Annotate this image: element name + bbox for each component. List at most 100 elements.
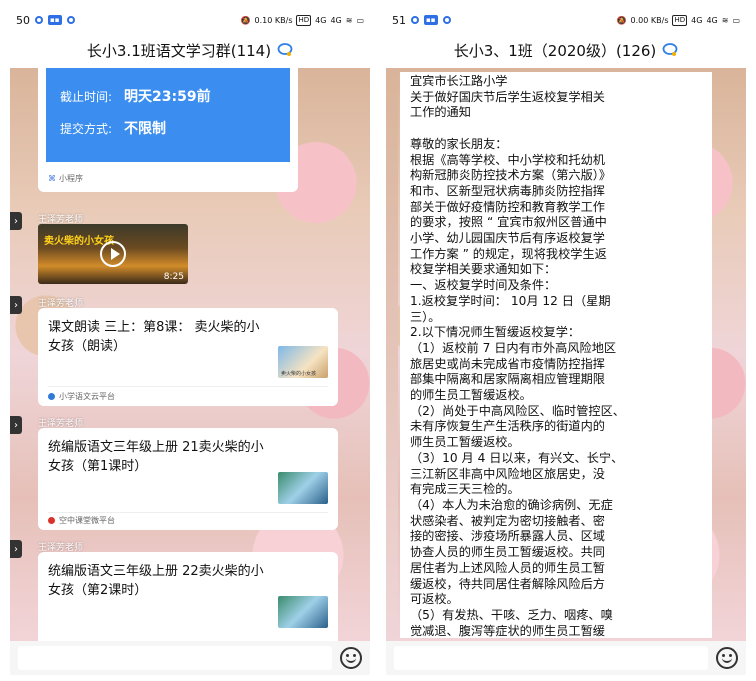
mute-icon: 🔕	[616, 15, 627, 25]
chevron-right-icon[interactable]: ›	[10, 296, 22, 314]
video-message[interactable]: 卖火柴的小女孩 8:25	[38, 224, 188, 284]
status-bar: 51 ▪▪ 🔕 0.00 KB/s HD 4G 4G ≋ ▭	[386, 8, 746, 32]
card-divider	[48, 512, 328, 513]
platform-icon	[48, 393, 55, 400]
card-title: 课文朗读 三上：第8课： 卖火柴的小女孩（朗读）	[48, 320, 260, 354]
chat-header: 长小3.1班语文学习群(114)	[10, 32, 370, 69]
right-chat-screen: 51 ▪▪ 🔕 0.00 KB/s HD 4G 4G ≋ ▭ 长小3、1班（20…	[386, 8, 746, 675]
notification-dot-icon	[442, 16, 451, 24]
card-divider	[48, 386, 328, 387]
link-card[interactable]: 课文朗读 三上：第8课： 卖火柴的小女孩（朗读） 卖火柴的小女孩 小学语文云平台	[38, 308, 338, 406]
left-gutter	[386, 68, 398, 641]
battery-icon: ▭	[356, 15, 364, 25]
thumb-caption: 卖火柴的小女孩	[281, 371, 317, 377]
notice-line: 工作的通知	[410, 105, 471, 120]
notice-line: （2）尚处于中高风险区、临时管控区、	[410, 403, 625, 418]
notice-line: 师生员工暂缓返校。	[410, 435, 520, 450]
notice-line: 小学、幼儿园国庆节后有序返校复学	[410, 231, 605, 246]
link-card[interactable]: 统编版语文三年级上册 21卖火柴的小女孩（第1课时） 空中课堂微平台	[38, 428, 338, 530]
notice-line: 居住者为上述风险人员的师生员工暂	[410, 560, 605, 575]
input-bar	[386, 641, 746, 675]
chat-header: 长小3、1班（2020级）(126)	[386, 32, 746, 69]
notification-icon	[411, 16, 419, 24]
submit-value: 不限制	[124, 121, 167, 137]
card-title: 统编版语文三年级上册 22卖火柴的小女孩（第2课时）	[48, 564, 264, 598]
card-source: 小学语文云平台	[59, 392, 115, 401]
input-bar	[10, 641, 370, 675]
notice-line: 的要求，按照 “ 宜宾市叙州区普通中	[410, 215, 607, 230]
chat-message-list[interactable]: 宜宾市长江路小学 关于做好国庆节后学生返校复学相关 工作的通知 尊敬的家长朋友： 根据…	[386, 68, 746, 641]
notice-line: 觉减退、腹泻等症状的师生员工暂缓	[410, 623, 605, 638]
notice-line: 协查人员的师生员工暂缓返校。共同	[410, 545, 605, 560]
signal-4g-2: 4G	[330, 15, 342, 25]
notice-line: 状感染者、被判定为密切接触者、密	[410, 513, 605, 528]
notification-dot-icon	[66, 16, 75, 24]
status-bar: 50 ▪▪ 🔕 0.10 KB/s HD 4G 4G ≋ ▭	[10, 8, 370, 32]
notice-message[interactable]: 宜宾市长江路小学 关于做好国庆节后学生返校复学相关 工作的通知 尊敬的家长朋友： 根据…	[400, 72, 712, 638]
notice-line: 的师生员工暂缓返校。	[410, 388, 532, 403]
notice-line: 尊敬的家长朋友：	[410, 136, 508, 151]
card-source: 空中课堂微平台	[59, 516, 115, 525]
notice-line: 有完成三天三检的。	[410, 482, 520, 497]
battery-icon: ▭	[732, 15, 740, 25]
platform-icon	[48, 517, 55, 524]
hd-icon: HD	[296, 14, 312, 26]
notice-line: 三江新区非高中风险地区旅居史，没	[410, 466, 605, 481]
chevron-right-icon[interactable]: ›	[10, 212, 22, 230]
card-title: 统编版语文三年级上册 21卖火柴的小女孩（第1课时）	[48, 440, 264, 474]
left-chat-screen: 50 ▪▪ 🔕 0.10 KB/s HD 4G 4G ≋ ▭ 长小3.1班语文学…	[10, 8, 370, 675]
emoji-icon[interactable]	[716, 647, 738, 669]
status-time: 50	[16, 13, 30, 27]
deadline-value: 明天23:59前	[124, 89, 211, 105]
notice-line: 缓返校，待共同居住者解除风险后方	[410, 576, 605, 591]
notice-line: 和市、区新型冠状病毒肺炎防控指挥	[410, 183, 605, 198]
notice-line: 1.返校复学时间： 10月 12 日（星期	[410, 293, 611, 308]
notice-line	[410, 121, 702, 137]
wifi-icon: ≋	[345, 15, 353, 25]
notification-icon	[35, 16, 43, 24]
emoji-icon[interactable]	[340, 647, 362, 669]
notice-line: 2.以下情况师生暂缓返校复学：	[410, 325, 581, 340]
notice-line: 关于做好国庆节后学生返校复学相关	[410, 89, 605, 104]
mini-program-icon: ⌘	[48, 174, 56, 183]
notice-line: （3）10 月 4 日以来，有兴文、长宁、	[410, 450, 624, 465]
notice-line: 宜宾市长江路小学	[410, 74, 508, 88]
mini-program-card[interactable]: 截止时间: 明天23:59前 提交方式: 不限制 ⌘ 小程序	[38, 68, 298, 192]
notice-line: 校复学相关要求通知如下：	[410, 262, 557, 277]
play-icon[interactable]	[100, 241, 126, 267]
chat-bubble-icon[interactable]	[662, 43, 678, 57]
card-thumbnail	[278, 472, 328, 504]
hd-icon: HD	[672, 14, 688, 26]
notice-line: （5）有发热、干咳、乏力、咽疼、嗅	[410, 607, 613, 622]
app-badge-icon: ▪▪	[48, 15, 62, 25]
notice-line: 三）。	[410, 309, 441, 324]
notice-line: 部集中隔离和居家隔离相应管理期限	[410, 372, 605, 387]
chevron-right-icon[interactable]: ›	[10, 416, 22, 434]
card-thumbnail	[278, 596, 328, 628]
notice-line: 部关于做好疫情防控和教育教学工作	[410, 199, 605, 214]
notice-line: 根据《高等学校、中小学校和托幼机	[410, 152, 605, 167]
notice-line: 一、返校复学时间及条件：	[410, 278, 557, 293]
notice-line: 可返校。	[410, 592, 459, 607]
status-time: 51	[392, 13, 406, 27]
notice-line: 未有序恢复生产生活秩序的街道内的	[410, 419, 605, 434]
wifi-icon: ≋	[721, 15, 729, 25]
video-duration: 8:25	[163, 272, 184, 282]
chat-bubble-icon[interactable]	[277, 43, 293, 57]
notice-line: 旅居史或尚未完成省市疫情防控指挥	[410, 356, 605, 371]
message-input[interactable]	[18, 646, 332, 670]
chevron-right-icon[interactable]: ›	[10, 540, 22, 558]
card-thumbnail: 卖火柴的小女孩	[278, 346, 328, 378]
message-input[interactable]	[394, 646, 708, 670]
signal-4g-2: 4G	[706, 15, 718, 25]
signal-4g-1: 4G	[315, 15, 327, 25]
app-badge-icon: ▪▪	[424, 15, 438, 25]
chat-message-list[interactable]: 截止时间: 明天23:59前 提交方式: 不限制 ⌘ 小程序 › 王泽芳老师 卖火柴…	[10, 68, 370, 641]
group-title: 长小3、1班（2020级）(126)	[453, 41, 657, 60]
notice-line: （4）本人为未治愈的确诊病例、无症	[410, 497, 613, 512]
mini-program-source: 小程序	[59, 174, 83, 183]
signal-4g-1: 4G	[691, 15, 703, 25]
link-card[interactable]: 统编版语文三年级上册 22卖火柴的小女孩（第2课时）	[38, 552, 338, 641]
mute-icon: 🔕	[240, 15, 251, 25]
net-speed: 0.10 KB/s	[254, 15, 293, 25]
